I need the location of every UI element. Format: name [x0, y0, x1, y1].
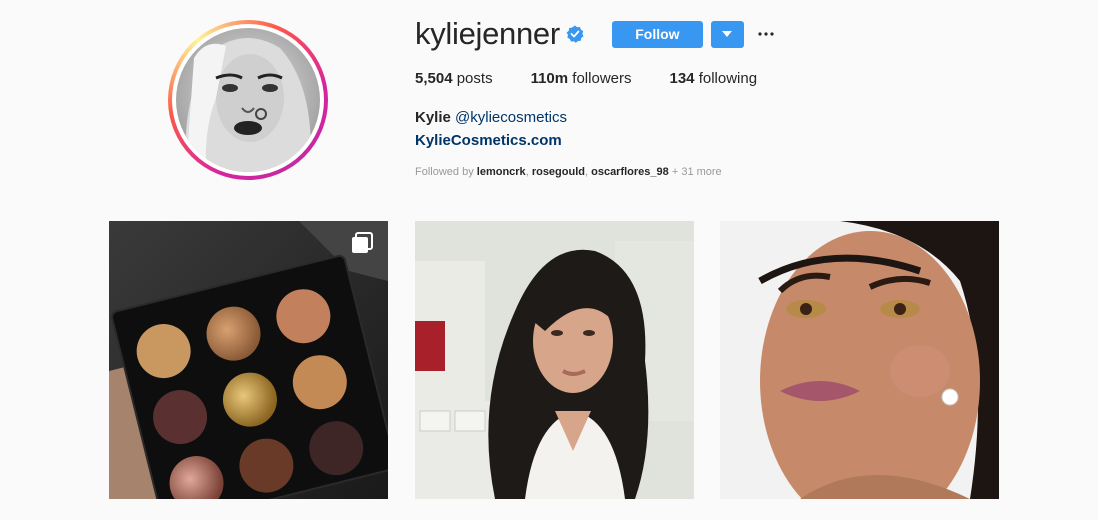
- username: kyliejenner: [415, 16, 560, 51]
- chevron-down-icon: [722, 31, 733, 37]
- posts-label: posts: [456, 70, 493, 87]
- post-tile-palette[interactable]: [109, 221, 388, 499]
- followed-by-prefix: Followed by: [415, 166, 474, 178]
- followed-by-user[interactable]: lemoncrk: [477, 166, 526, 178]
- profile-avatar[interactable]: [168, 20, 328, 180]
- ellipsis-icon: [758, 32, 774, 36]
- followed-by: Followed by lemoncrk, rosegould, oscarfl…: [415, 166, 722, 178]
- suggested-dropdown-button[interactable]: [710, 20, 744, 48]
- followed-by-separator: ,: [584, 166, 589, 178]
- avatar-image: [176, 28, 320, 172]
- page-bottom: [0, 499, 1098, 520]
- bio-handle-link[interactable]: @kyliecosmetics: [455, 109, 567, 126]
- followers-label: followers: [572, 70, 632, 87]
- posts-stat: 5,504 posts: [415, 70, 493, 87]
- following-count: 134: [669, 70, 695, 87]
- post-tile-portrait[interactable]: [720, 221, 999, 499]
- follow-button[interactable]: Follow: [611, 20, 703, 48]
- following-label: following: [698, 70, 758, 87]
- verified-badge-icon: [566, 25, 584, 43]
- bio-name: Kylie: [415, 109, 451, 126]
- following-stat[interactable]: 134 following: [669, 70, 757, 87]
- followers-stat[interactable]: 110m followers: [531, 70, 632, 87]
- followed-by-user[interactable]: oscarflores_98: [591, 166, 669, 178]
- profile-stats: 5,504 posts 110m followers 134 following: [415, 70, 795, 87]
- followed-by-separator: ,: [525, 166, 529, 178]
- bio-line: Kylie @kyliecosmetics: [415, 109, 567, 126]
- profile-header: kyliejenner Follow: [415, 14, 778, 54]
- bio-website-link[interactable]: KylieCosmetics.com: [415, 132, 562, 149]
- avatar-border: [172, 24, 324, 176]
- multiple-images-icon: [350, 231, 374, 255]
- followed-by-more[interactable]: + 31 more: [672, 166, 722, 178]
- more-options-button[interactable]: [754, 22, 778, 46]
- posts-count: 5,504: [415, 70, 453, 87]
- post-tile-selfie[interactable]: [415, 221, 694, 499]
- followed-by-user[interactable]: rosegould: [532, 166, 585, 178]
- followers-count: 110m: [530, 70, 569, 87]
